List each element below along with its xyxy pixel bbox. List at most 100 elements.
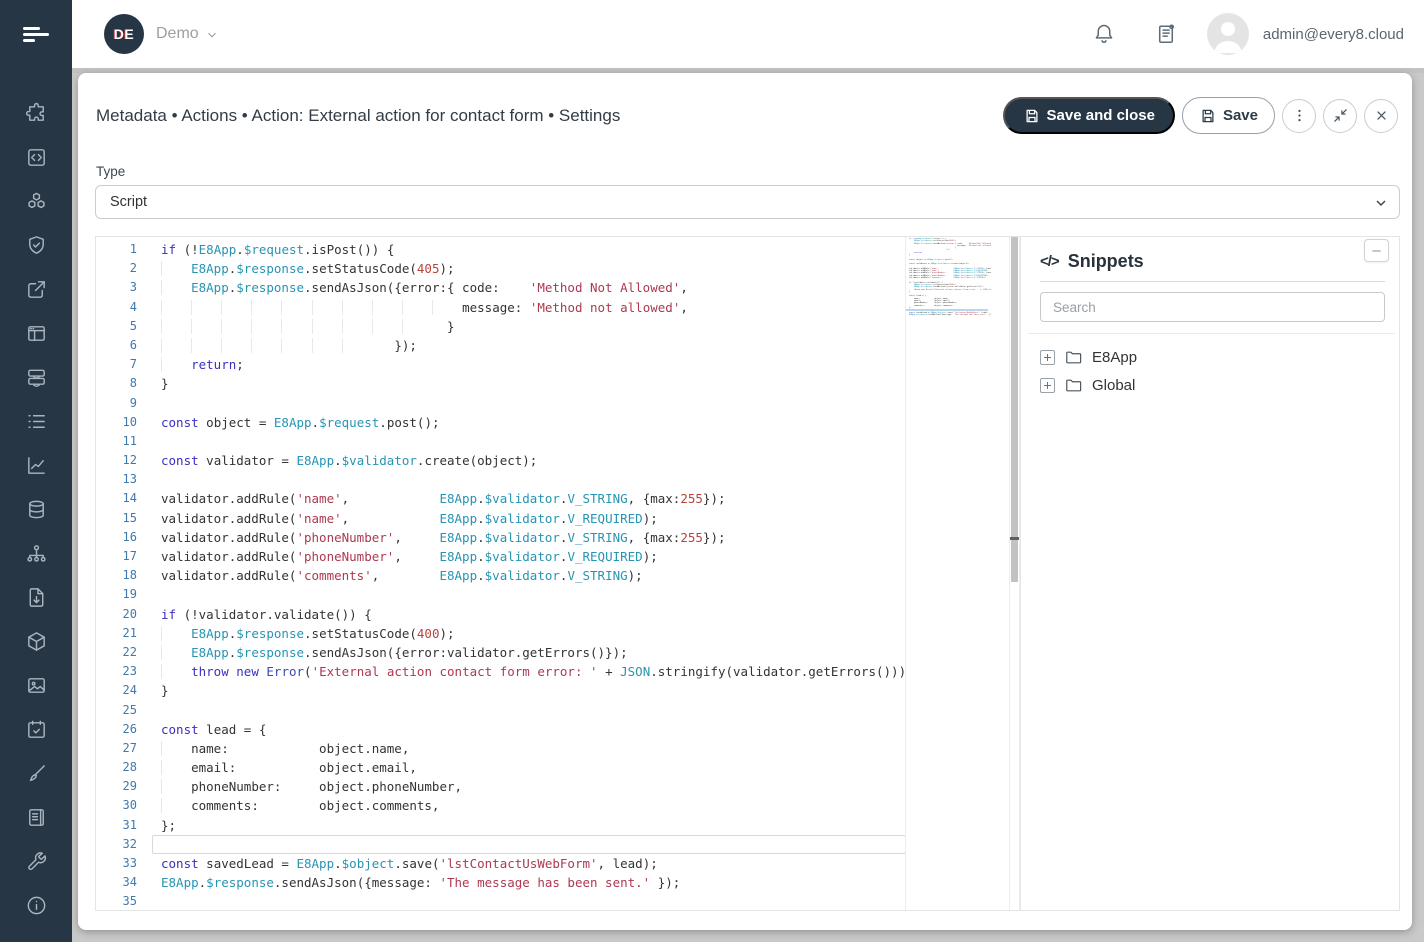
line-number: 10	[96, 413, 137, 432]
line-number: 14	[96, 489, 137, 508]
notifications-button[interactable]	[1091, 21, 1117, 47]
line-number: 21	[96, 624, 137, 643]
close-button[interactable]	[1364, 99, 1398, 133]
code-line: E8App.$response.setStatusCode(405);	[161, 259, 906, 278]
person-icon	[1207, 13, 1249, 55]
bell-icon	[1091, 21, 1117, 47]
database-icon	[25, 498, 48, 521]
snippets-search-input[interactable]	[1040, 292, 1385, 322]
expand-icon[interactable]	[1040, 350, 1055, 365]
sidebar-item-hierarchy[interactable]	[0, 531, 72, 575]
sidebar-item-calendar-check[interactable]	[0, 707, 72, 751]
code-line: E8App.$response.setStatusCode(400);	[161, 624, 906, 643]
line-number: 12	[96, 451, 137, 470]
line-number: 27	[96, 739, 137, 758]
code-line: E8App.$response.sendAsJson({error:valida…	[161, 643, 906, 662]
code-line: const savedLead = E8App.$object.save('ls…	[161, 854, 906, 873]
save-and-close-button[interactable]: Save and close	[1003, 97, 1175, 134]
line-number: 4	[96, 298, 137, 317]
notes-icon	[1153, 21, 1179, 47]
line-number: 33	[96, 854, 137, 873]
sidebar-item-puzzle[interactable]	[0, 91, 72, 135]
snippets-tree: E8App Global	[1021, 334, 1399, 399]
line-number: 1	[96, 240, 137, 259]
line-number: 7	[96, 355, 137, 374]
collapse-icon	[1332, 107, 1349, 124]
code-line: }	[161, 681, 906, 700]
code-line: const lead = {	[161, 720, 906, 739]
sidebar-item-list[interactable]	[0, 399, 72, 443]
line-number: 32	[96, 835, 137, 854]
collapse-window-button[interactable]	[1323, 99, 1357, 133]
save-button[interactable]: Save	[1182, 97, 1275, 134]
editor-margin: if (!E8App.$request.isPost()) { E8App.$r…	[906, 237, 1009, 910]
sidebar-item-book[interactable]	[0, 795, 72, 839]
stacked-trays-icon	[25, 366, 48, 389]
folder-icon	[1064, 376, 1083, 395]
code-line: const validator = E8App.$validator.creat…	[161, 451, 906, 470]
line-number: 16	[96, 528, 137, 547]
list-icon	[25, 410, 48, 433]
sidebar-item-image[interactable]	[0, 663, 72, 707]
wrench-icon	[25, 850, 48, 873]
code-line: comments: object.comments,	[161, 796, 906, 815]
code-line	[161, 394, 906, 413]
menu-toggle-button[interactable]	[0, 0, 72, 68]
chart-icon	[25, 454, 48, 477]
more-options-button[interactable]	[1282, 99, 1316, 133]
folder-label: E8App	[1092, 349, 1137, 366]
sidebar-item-blocks[interactable]	[0, 179, 72, 223]
code-line	[161, 835, 906, 854]
expand-icon[interactable]	[1040, 378, 1055, 393]
user-email: admin@every8.cloud	[1263, 26, 1404, 43]
line-number: 6	[96, 336, 137, 355]
sidebar-item-code-square[interactable]	[0, 135, 72, 179]
snippet-folder-e8app[interactable]: E8App	[1040, 343, 1399, 371]
line-number: 20	[96, 605, 137, 624]
sidebar-item-browser-window[interactable]	[0, 311, 72, 355]
line-number: 19	[96, 585, 137, 604]
code-line: validator.addRule('comments', E8App.$val…	[161, 566, 906, 585]
info-icon	[25, 894, 48, 917]
sidebar-item-stacked-trays[interactable]	[0, 355, 72, 399]
snippet-folder-global[interactable]: Global	[1040, 371, 1399, 399]
code-line: if (!E8App.$request.isPost()) {	[161, 240, 906, 259]
line-number: 8	[96, 374, 137, 393]
code-line: const object = E8App.$request.post();	[161, 413, 906, 432]
code-line	[161, 470, 906, 489]
sidebar-item-external-link[interactable]	[0, 267, 72, 311]
workspace-switcher[interactable]: DE Demo	[104, 14, 219, 54]
sidebar-item-file-download[interactable]	[0, 575, 72, 619]
sidebar-item-wrench[interactable]	[0, 839, 72, 883]
sidebar-item-database[interactable]	[0, 487, 72, 531]
code-line: if (!validator.validate()) {	[161, 605, 906, 624]
type-select[interactable]: Script	[95, 185, 1400, 219]
line-number: 24	[96, 681, 137, 700]
line-number: 11	[96, 432, 137, 451]
code-icon: </>	[1040, 253, 1059, 270]
sidebar-item-cube[interactable]	[0, 619, 72, 663]
editor-code[interactable]: if (!E8App.$request.isPost()) { E8App.$r…	[161, 240, 906, 910]
code-square-icon	[25, 146, 48, 169]
cube-icon	[25, 630, 48, 653]
minimap[interactable]: if (!E8App.$request.isPost()) { E8App.$r…	[909, 238, 991, 319]
user-avatar[interactable]	[1207, 13, 1249, 55]
editor-vertical-scrollbar[interactable]	[1009, 237, 1020, 910]
line-number: 3	[96, 278, 137, 297]
chevron-down-icon	[1373, 195, 1389, 211]
sidebar-item-shield-check[interactable]	[0, 223, 72, 267]
breadcrumb: Metadata • Actions • Action: External ac…	[96, 106, 1003, 126]
sidebar-item-info[interactable]	[0, 883, 72, 927]
save-icon	[1023, 107, 1041, 125]
snippets-collapse-button[interactable]: –	[1364, 239, 1389, 262]
line-number: 22	[96, 643, 137, 662]
line-number: 17	[96, 547, 137, 566]
line-number: 28	[96, 758, 137, 777]
code-editor[interactable]: 1234567891011121314151617181920212223242…	[96, 237, 1009, 910]
sidebar-item-chart[interactable]	[0, 443, 72, 487]
scrollbar-thumb[interactable]	[1011, 237, 1018, 582]
kebab-icon	[1291, 107, 1308, 124]
puzzle-icon	[25, 102, 48, 125]
release-notes-button[interactable]	[1153, 21, 1179, 47]
sidebar-item-brush[interactable]	[0, 751, 72, 795]
